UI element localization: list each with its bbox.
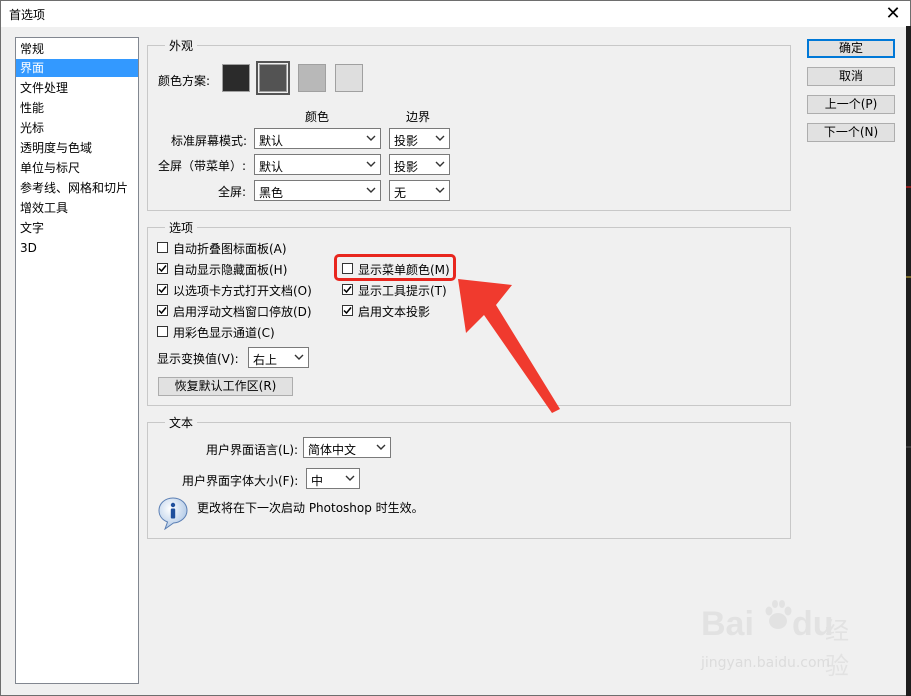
chevron-down-icon [366, 135, 376, 141]
watermark-brand-cn: 经验 [825, 617, 849, 680]
chevron-down-icon [294, 354, 304, 360]
paw-logo-icon [765, 600, 792, 629]
sidebar-item-interface[interactable]: 界面 [16, 59, 138, 77]
checkbox-box [157, 326, 168, 337]
full-screen-menu-border-select[interactable]: 投影 [389, 154, 450, 175]
ui-language-value: 简体中文 [308, 443, 357, 457]
info-icon [158, 497, 188, 530]
appearance-group-label: 外观 [165, 37, 198, 54]
col-color-header: 颜色 [305, 110, 330, 124]
transform-values-label: 显示变换值(V): [157, 352, 239, 366]
checkbox-box [157, 263, 168, 274]
chevron-down-icon [345, 475, 355, 481]
ui-font-size-value: 中 [311, 474, 324, 488]
color-scheme-swatch-lightest[interactable] [335, 64, 363, 92]
preferences-dialog: 首选项 ✕ 常规 界面 文件处理 性能 光标 透明度与色域 单位与标尺 参考线、… [0, 0, 911, 696]
checkmark-icon [158, 307, 167, 315]
standard-screen-border-select[interactable]: 投影 [389, 128, 450, 149]
chevron-down-icon [366, 161, 376, 167]
text-group-label: 文本 [165, 414, 198, 431]
color-scheme-swatch-light[interactable] [298, 64, 326, 92]
highlight-box [334, 254, 456, 281]
checkbox-box [157, 242, 168, 253]
full-screen-color-select[interactable]: 黑色 [254, 180, 381, 201]
full-screen-menu-color-select[interactable]: 默认 [254, 154, 381, 175]
ui-language-select[interactable]: 简体中文 [303, 437, 391, 458]
standard-screen-color-value: 默认 [259, 134, 284, 148]
auto-show-hidden-label: 自动显示隐藏面板(H) [173, 263, 288, 277]
checkmark-icon [158, 286, 167, 294]
checkmark-icon [343, 307, 352, 315]
watermark-url: jingyan.baidu.com [701, 655, 831, 671]
color-channels-label: 用彩色显示通道(C) [173, 326, 275, 340]
color-scheme-swatch-darkest[interactable] [222, 64, 250, 92]
checkbox-box [157, 284, 168, 295]
full-screen-border-value: 无 [394, 186, 407, 200]
checkbox-box [157, 305, 168, 316]
restart-notice: 更改将在下一次启动 Photoshop 时生效。 [197, 501, 424, 515]
sidebar-item-plugins[interactable]: 增效工具 [16, 199, 138, 217]
arrow-annotation-icon [458, 279, 560, 413]
full-screen-label: 全屏: [218, 185, 247, 199]
auto-collapse-label: 自动折叠图标面板(A) [173, 242, 287, 256]
chevron-down-icon [366, 187, 376, 193]
next-button[interactable]: 下一个(N) [807, 123, 895, 142]
sidebar-item-type[interactable]: 文字 [16, 219, 138, 237]
checkmark-icon [343, 286, 352, 294]
close-icon[interactable]: ✕ [879, 2, 907, 26]
floating-docking-label: 启用浮动文档窗口停放(D) [173, 305, 312, 319]
chevron-down-icon [435, 135, 445, 141]
chevron-down-icon [435, 161, 445, 167]
watermark-brand: Bai [701, 605, 754, 643]
standard-screen-color-select[interactable]: 默认 [254, 128, 381, 149]
title-bar: 首选项 ✕ [1, 1, 910, 27]
prev-button[interactable]: 上一个(P) [807, 95, 895, 114]
full-screen-menu-label: 全屏（带菜单）: [158, 159, 247, 173]
checkbox-box [342, 284, 353, 295]
open-as-tabs-label: 以选项卡方式打开文档(O) [173, 284, 312, 298]
text-drop-shadow-label: 启用文本投影 [358, 305, 431, 319]
ok-button[interactable]: 确定 [807, 39, 895, 58]
full-screen-color-value: 黑色 [259, 186, 284, 200]
sidebar-item-general[interactable]: 常规 [16, 40, 138, 58]
sidebar-item-3d[interactable]: 3D [16, 239, 138, 257]
sidebar-item-units-rulers[interactable]: 单位与标尺 [16, 159, 138, 177]
sidebar-item-guides-grid[interactable]: 参考线、网格和切片 [16, 179, 138, 197]
background-app-edge [906, 26, 911, 696]
full-screen-border-select[interactable]: 无 [389, 180, 450, 201]
window-title: 首选项 [9, 8, 46, 22]
ui-language-label: 用户界面语言(L): [206, 443, 299, 457]
options-group-label: 选项 [165, 219, 198, 236]
sidebar: 常规 界面 文件处理 性能 光标 透明度与色域 单位与标尺 参考线、网格和切片 … [15, 37, 139, 684]
sidebar-item-file-handling[interactable]: 文件处理 [16, 79, 138, 97]
col-border-header: 边界 [406, 110, 431, 124]
chevron-down-icon [376, 444, 386, 450]
chevron-down-icon [435, 187, 445, 193]
standard-screen-border-value: 投影 [394, 134, 419, 148]
transform-values-select[interactable]: 右上 [248, 347, 309, 368]
full-screen-menu-color-value: 默认 [259, 160, 284, 174]
restore-workspace-button[interactable]: 恢复默认工作区(R) [158, 377, 293, 396]
sidebar-item-performance[interactable]: 性能 [16, 99, 138, 117]
ui-font-size-label: 用户界面字体大小(F): [182, 474, 299, 488]
baidu-watermark: Bai du 经验 jingyan.baidu.com [701, 597, 871, 682]
full-screen-menu-border-value: 投影 [394, 160, 419, 174]
checkbox-box [342, 305, 353, 316]
checkmark-icon [158, 265, 167, 273]
ui-font-size-select[interactable]: 中 [306, 468, 360, 489]
color-scheme-label: 颜色方案: [158, 74, 211, 88]
sidebar-item-cursors[interactable]: 光标 [16, 119, 138, 137]
show-tooltips-label: 显示工具提示(T) [358, 284, 447, 298]
cancel-button[interactable]: 取消 [807, 67, 895, 86]
standard-screen-label: 标准屏幕模式: [171, 134, 248, 148]
color-scheme-swatch-dark[interactable] [256, 61, 290, 95]
transform-values-value: 右上 [253, 353, 278, 367]
sidebar-item-transparency[interactable]: 透明度与色域 [16, 139, 138, 157]
